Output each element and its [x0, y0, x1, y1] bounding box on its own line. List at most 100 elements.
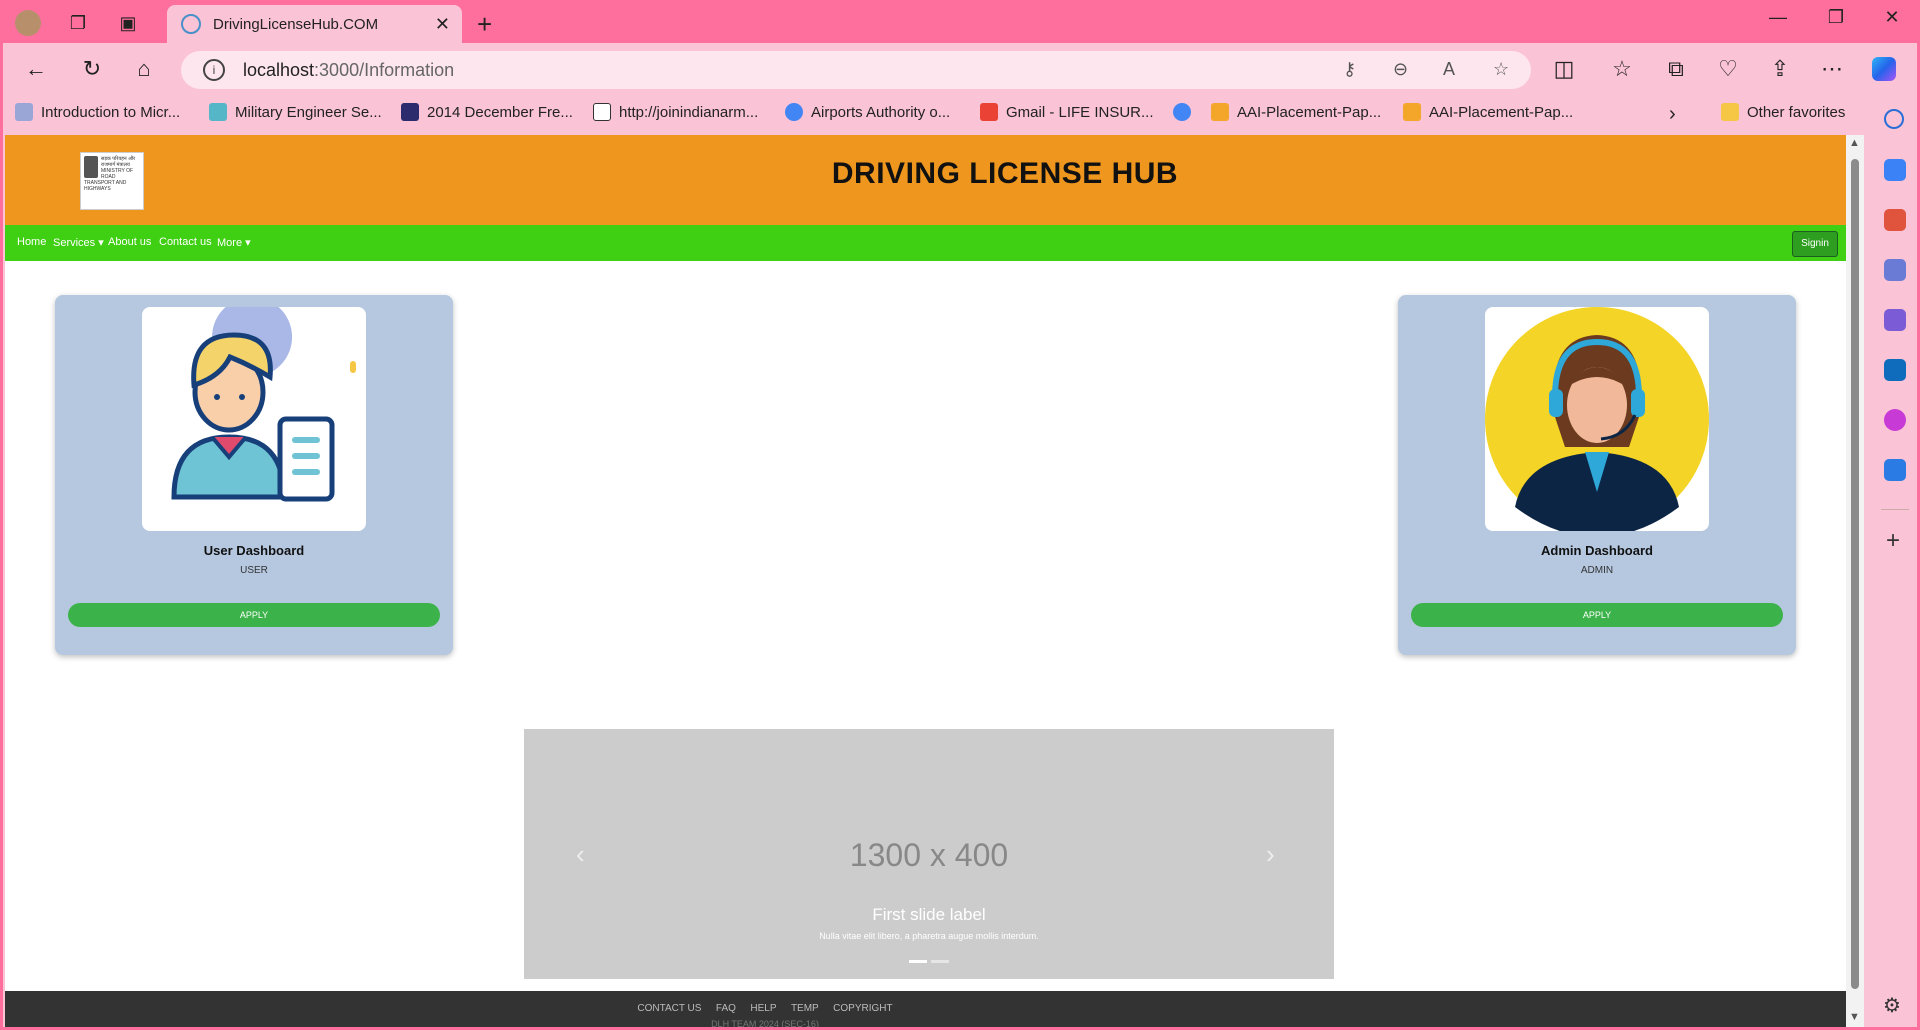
favorite-link[interactable] — [1173, 103, 1199, 121]
zoom-out-icon[interactable]: ⊖ — [1393, 59, 1408, 80]
close-tab-icon[interactable]: ✕ — [435, 14, 450, 35]
minimize-button[interactable]: — — [1755, 7, 1801, 28]
carousel-next-icon[interactable]: › — [1266, 839, 1275, 870]
favorite-label: http://joinindianarm... — [619, 103, 759, 121]
card-role: ADMIN — [1580, 565, 1614, 576]
favorites-icon[interactable]: ☆ — [1605, 53, 1639, 85]
outlook-icon[interactable] — [1884, 359, 1906, 381]
favorite-label: Military Engineer Se... — [235, 103, 382, 121]
home-button[interactable]: ⌂ — [127, 53, 161, 85]
google-icon — [1173, 103, 1191, 121]
google-icon — [785, 103, 803, 121]
carousel-indicator-active[interactable] — [909, 960, 927, 963]
user-avatar-icon — [171, 307, 356, 502]
favorite-icon — [401, 103, 419, 121]
nav-home[interactable]: Home — [17, 236, 46, 248]
favorite-link[interactable]: Gmail - LIFE INSUR... — [980, 103, 1154, 121]
nav-more[interactable]: More ▾ — [217, 236, 251, 249]
footer-link-contact[interactable]: CONTACT US — [637, 1003, 701, 1014]
active-tab[interactable]: DrivingLicenseHub.COM ✕ — [167, 5, 462, 43]
favorite-label: 2014 December Fre... — [427, 103, 573, 121]
carousel-indicator[interactable] — [931, 960, 949, 963]
slide-caption: First slide label — [872, 905, 986, 924]
favorite-icon — [15, 103, 33, 121]
browser-essentials-icon[interactable]: ♡ — [1711, 53, 1745, 85]
card-role: USER — [240, 565, 268, 576]
favorite-link[interactable]: 2014 December Fre... — [401, 103, 573, 121]
profile-avatar[interactable] — [13, 9, 43, 37]
slide-placeholder-text: 1300 x 400 — [849, 837, 1009, 873]
more-menu-icon[interactable]: ⋯ — [1815, 53, 1849, 85]
favorite-link[interactable]: http://joinindianarm... — [593, 103, 758, 121]
share-icon[interactable]: ⇪ — [1763, 53, 1797, 85]
nav-about[interactable]: About us — [108, 236, 151, 248]
admin-illustration — [1485, 307, 1709, 531]
page-viewport: सड़क परिवहन और राजमार्ग मंत्रालय MINISTR… — [5, 135, 1846, 1027]
refresh-button[interactable]: ↻ — [75, 53, 109, 85]
favorite-star-icon[interactable]: ☆ — [1493, 59, 1509, 80]
footer-link-copyright[interactable]: COPYRIGHT — [833, 1003, 892, 1014]
avatar-icon — [15, 10, 41, 36]
other-favorites[interactable]: Other favorites — [1721, 103, 1845, 121]
games-icon[interactable] — [1884, 259, 1906, 281]
workspaces-icon[interactable]: ❐ — [63, 9, 93, 37]
ministry-logo: सड़क परिवहन और राजमार्ग मंत्रालय MINISTR… — [80, 152, 144, 210]
footer-copyright: DLH TEAM 2024 (SEC-16) — [711, 1019, 819, 1027]
favorite-icon — [209, 103, 227, 121]
slide-subcaption: Nulla vitae elit libero, a pharetra augu… — [819, 931, 1039, 941]
user-illustration — [142, 307, 366, 531]
nav-services[interactable]: Services ▾ — [53, 236, 104, 249]
search-icon[interactable] — [1884, 109, 1904, 129]
back-button[interactable]: ← — [19, 53, 53, 85]
scroll-up-icon[interactable]: ▲ — [1849, 137, 1860, 149]
send-icon[interactable] — [1884, 459, 1906, 481]
tools-icon[interactable] — [1884, 209, 1906, 231]
tab-actions-icon[interactable]: ▣ — [113, 9, 143, 37]
copilot-logo — [1872, 57, 1896, 81]
react-icon — [181, 14, 201, 34]
favorites-bar: Introduction to Micr... Military Enginee… — [3, 95, 1917, 135]
carousel-prev-icon[interactable]: ‹ — [576, 839, 585, 870]
designer-icon[interactable] — [1884, 409, 1906, 431]
scrollbar-thumb[interactable] — [1851, 159, 1859, 989]
sidebar-divider — [1881, 509, 1909, 510]
favorite-link[interactable]: Introduction to Micr... — [15, 103, 180, 121]
favorite-link[interactable]: Military Engineer Se... — [209, 103, 382, 121]
add-icon[interactable]: + — [1886, 527, 1900, 555]
address-bar[interactable]: i localhost:3000/Information ⚷ ⊖ A ☆ — [181, 51, 1531, 89]
settings-gear-icon[interactable]: ⚙ — [1883, 993, 1901, 1018]
shopping-icon[interactable] — [1884, 159, 1906, 181]
favorite-label: Airports Authority o... — [811, 103, 951, 121]
gmail-icon — [980, 103, 998, 121]
tab-title: DrivingLicenseHub.COM — [213, 15, 379, 33]
collections-icon[interactable]: ⧉ — [1659, 53, 1693, 85]
site-info-icon[interactable]: i — [203, 59, 225, 81]
signin-button[interactable]: Signin — [1792, 231, 1838, 257]
favorite-link[interactable]: AAI-Placement-Pap... — [1403, 103, 1573, 121]
admin-apply-button[interactable]: APPLY — [1411, 603, 1783, 627]
url-text[interactable]: localhost:3000/Information — [243, 60, 454, 81]
emblem-icon — [84, 156, 98, 178]
more-favorites-chevron-icon[interactable]: › — [1669, 103, 1676, 126]
favorite-label: AAI-Placement-Pap... — [1429, 103, 1574, 121]
split-screen-icon[interactable]: ◫ — [1547, 53, 1581, 85]
footer-link-help[interactable]: HELP — [750, 1003, 776, 1014]
new-tab-button[interactable]: + — [477, 9, 492, 40]
key-icon[interactable]: ⚷ — [1343, 59, 1356, 80]
url-path: :3000/Information — [314, 60, 455, 80]
read-aloud-icon[interactable]: A — [1443, 59, 1455, 80]
favorite-link[interactable]: AAI-Placement-Pap... — [1211, 103, 1381, 121]
restore-button[interactable]: ❐ — [1813, 7, 1859, 28]
page-scrollbar[interactable]: ▲ ▼ — [1846, 135, 1864, 1027]
close-window-button[interactable]: ✕ — [1869, 7, 1915, 28]
user-apply-button[interactable]: APPLY — [68, 603, 440, 627]
microsoft365-icon[interactable] — [1884, 309, 1906, 331]
footer-link-faq[interactable]: FAQ — [716, 1003, 736, 1014]
favorite-link[interactable]: Airports Authority o... — [785, 103, 950, 121]
copilot-icon[interactable] — [1867, 53, 1901, 85]
footer-link-temp[interactable]: TEMP — [791, 1003, 819, 1014]
scroll-down-icon[interactable]: ▼ — [1849, 1011, 1860, 1023]
browser-window: ❐ ▣ DrivingLicenseHub.COM ✕ + — ❐ ✕ ← ↻ … — [3, 3, 1917, 1027]
nav-contact[interactable]: Contact us — [159, 236, 212, 248]
tab-bar: ❐ ▣ DrivingLicenseHub.COM ✕ + — ❐ ✕ — [3, 3, 1917, 43]
